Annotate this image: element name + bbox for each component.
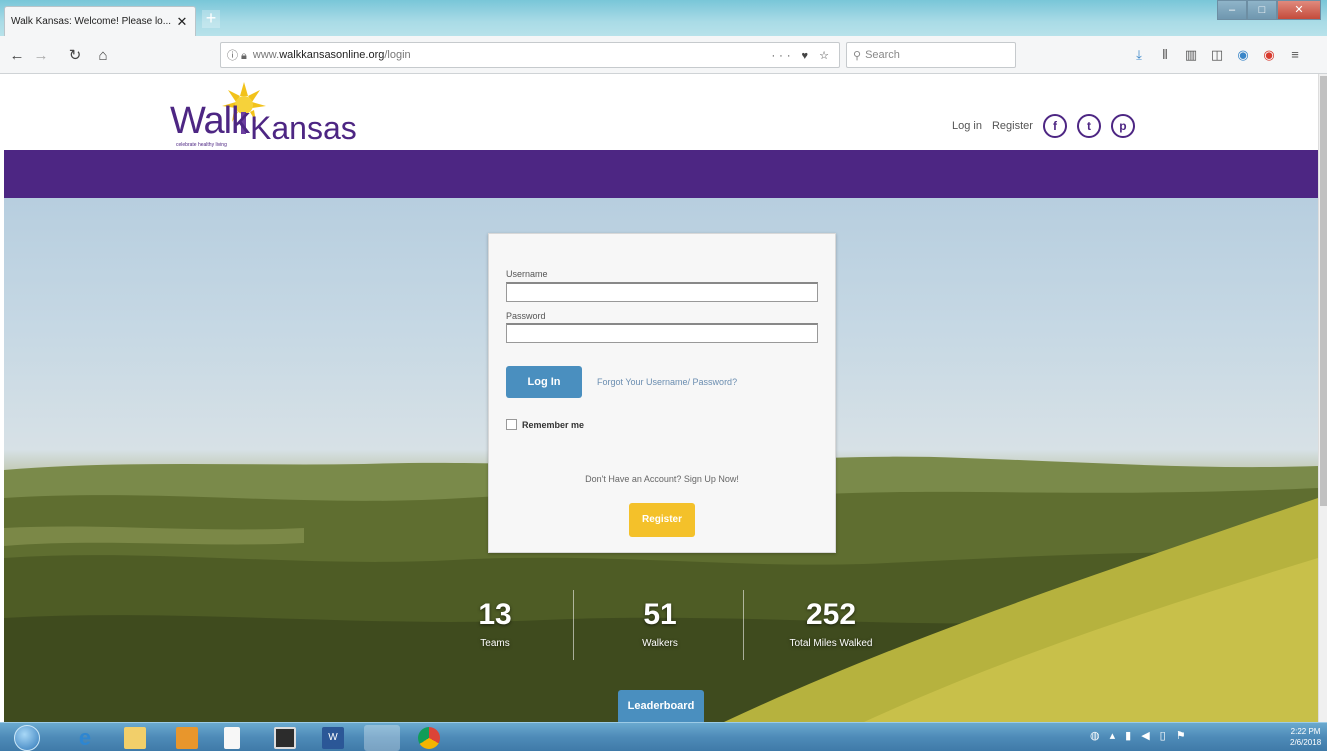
extension-red-icon[interactable]: ◉ — [1260, 46, 1278, 64]
stat-miles: 252 Total Miles Walked — [766, 598, 896, 649]
new-tab-button[interactable]: + — [202, 9, 220, 28]
extension-blue-icon[interactable]: ◉ — [1234, 46, 1252, 64]
forgot-password-link[interactable]: Forgot Your Username/ Password? — [597, 377, 737, 387]
search-placeholder: Search — [865, 49, 900, 61]
logo-kansas-text: Kansas — [250, 110, 357, 146]
volume-icon[interactable]: ◀ — [1141, 729, 1149, 742]
app-window-icon[interactable] — [274, 727, 296, 749]
facebook-icon[interactable]: f — [1042, 114, 1067, 138]
close-window-button[interactable]: ✕ — [1277, 0, 1321, 20]
stat-walkers-value: 51 — [643, 598, 677, 631]
password-input[interactable] — [506, 323, 818, 343]
info-lock-icon[interactable]: ⓘ 🔒︎ — [227, 47, 247, 63]
login-button[interactable]: Log In — [506, 366, 582, 398]
login-card: Username Password Log In Forgot Your Use… — [488, 233, 836, 553]
menu-icon[interactable]: ≡ — [1286, 46, 1304, 64]
username-label: Username — [506, 269, 548, 279]
logo-tagline: celebrate healthy living — [176, 142, 227, 148]
register-button[interactable]: Register — [629, 503, 695, 537]
forward-icon[interactable]: → — [30, 45, 52, 67]
system-tray: ◍ ▴ ▮ ◀ ▯ ⚑ — [1090, 729, 1186, 742]
browser-tab-bar: Walk Kansas: Welcome! Please lo... ✕ + –… — [0, 0, 1327, 36]
stat-miles-label: Total Miles Walked — [789, 638, 873, 649]
clock-time: 2:22 PM — [1290, 727, 1321, 736]
site-header: Walk Kansas celebrate healthy living Log… — [4, 74, 1318, 150]
document-icon[interactable] — [224, 727, 240, 749]
stat-divider — [743, 590, 744, 660]
leaderboard-button[interactable]: Leaderboard — [618, 690, 704, 722]
header-links: Log in Register f t p — [952, 114, 1135, 138]
header-login-link[interactable]: Log in — [952, 120, 982, 132]
stat-divider — [573, 590, 574, 660]
windows-taskbar: e W ◍ ▴ ▮ ◀ ▯ ⚑ 2:22 PM 2/6/2018 — [0, 722, 1327, 751]
scrollbar-thumb[interactable] — [1320, 76, 1327, 506]
walk-kansas-logo[interactable]: Walk Kansas celebrate healthy living — [154, 78, 384, 148]
firefox-icon[interactable] — [364, 725, 400, 751]
stat-walkers-label: Walkers — [642, 638, 678, 649]
logo-walk-text: Walk — [170, 100, 250, 142]
toolbar-icons: ⤓ ⫴ ▥ ◫ ◉ ◉ ≡ — [1130, 46, 1304, 64]
word-icon[interactable]: W — [322, 727, 344, 749]
no-account-text: Don't Have an Account? Sign Up Now! — [585, 474, 739, 484]
window-controls: – □ ✕ — [1217, 0, 1321, 20]
remember-me-checkbox[interactable] — [506, 419, 517, 430]
username-input[interactable] — [506, 282, 818, 302]
home-icon[interactable]: ⌂ — [92, 45, 114, 67]
header-register-link[interactable]: Register — [992, 120, 1033, 132]
tab-title: Walk Kansas: Welcome! Please lo... — [11, 16, 172, 27]
back-icon[interactable]: ← — [6, 45, 28, 67]
remember-me[interactable]: Remember me — [506, 419, 584, 430]
taskbar-clock[interactable]: 2:22 PM 2/6/2018 — [1290, 726, 1321, 748]
stat-teams-value: 13 — [478, 598, 512, 631]
search-bar[interactable]: ⚲ Search — [846, 42, 1016, 68]
stat-walkers: 51 Walkers — [620, 598, 700, 649]
network-icon[interactable]: ▮ — [1125, 729, 1131, 742]
battery-icon[interactable]: ▯ — [1160, 729, 1166, 742]
purple-nav-band — [4, 150, 1318, 198]
browser-nav-bar: ← → ↻ ⌂ ⓘ 🔒︎ www.walkkansasonline.org/lo… — [0, 36, 1327, 74]
sidebar-icon[interactable]: ▥ — [1182, 46, 1200, 64]
clock-date: 2/6/2018 — [1290, 738, 1322, 747]
stat-teams-label: Teams — [480, 638, 510, 649]
browser-tab[interactable]: Walk Kansas: Welcome! Please lo... ✕ — [4, 6, 196, 36]
file-explorer-icon[interactable] — [124, 727, 146, 749]
tab-close-icon[interactable]: ✕ — [175, 14, 189, 30]
download-icon[interactable]: ⤓ — [1130, 46, 1148, 64]
screenshot-icon[interactable]: ◫ — [1208, 46, 1226, 64]
pinterest-icon[interactable]: p — [1110, 114, 1135, 138]
url-text: www.walkkansasonline.org/login — [252, 49, 411, 61]
twitter-icon[interactable]: t — [1076, 114, 1101, 138]
remember-me-label: Remember me — [522, 419, 585, 430]
maximize-button[interactable]: □ — [1247, 0, 1277, 20]
reload-icon[interactable]: ↻ — [64, 45, 86, 67]
page-actions-icon[interactable]: ··· ♥ ☆ — [772, 49, 834, 62]
tray-expand-icon[interactable]: ▴ — [1110, 729, 1116, 742]
library-icon[interactable]: ⫴ — [1156, 46, 1174, 64]
password-label: Password — [506, 311, 546, 321]
search-icon: ⚲ — [853, 49, 862, 62]
internet-explorer-icon[interactable]: e — [74, 727, 96, 749]
page-scrollbar[interactable] — [1318, 74, 1327, 722]
start-button-icon[interactable] — [14, 725, 40, 751]
action-center-icon[interactable]: ⚑ — [1176, 729, 1186, 742]
address-bar[interactable]: ⓘ 🔒︎ www.walkkansasonline.org/login ··· … — [220, 42, 840, 68]
media-player-icon[interactable] — [176, 727, 198, 749]
minimize-button[interactable]: – — [1217, 0, 1247, 20]
stat-miles-value: 252 — [805, 598, 857, 631]
chrome-icon[interactable] — [418, 727, 440, 749]
tray-app-icon[interactable]: ◍ — [1090, 729, 1100, 742]
stat-teams: 13 Teams — [458, 598, 532, 649]
